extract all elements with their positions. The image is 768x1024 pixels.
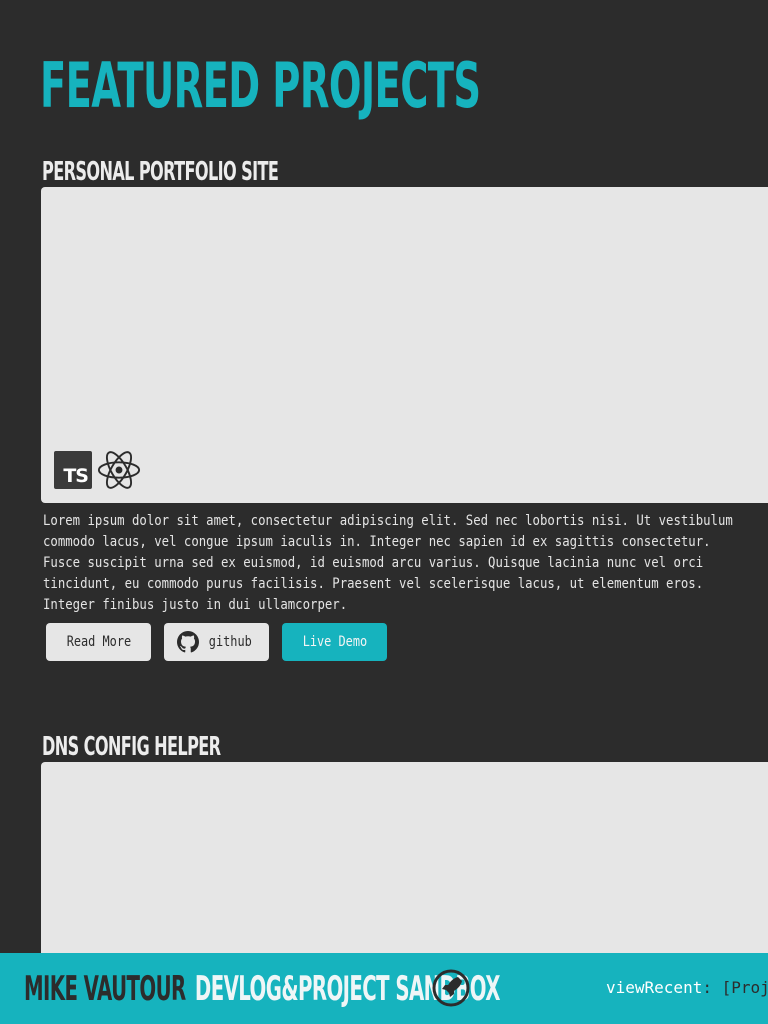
project-description: Lorem ipsum dolor sit amet, consectetur … xyxy=(43,513,733,613)
footer-bar: MIKE VAUTOUR DEVLOG&PROJECT SANDBOX viewR… xyxy=(0,953,768,1024)
read-more-button[interactable]: Read More xyxy=(46,623,151,661)
site-brand[interactable]: MIKE VAUTOUR DEVLOG&PROJECT SANDBOX xyxy=(24,969,500,1009)
github-button[interactable]: github xyxy=(164,623,269,661)
react-icon xyxy=(97,451,141,489)
code-value: : [Proj xyxy=(702,978,768,997)
live-demo-label: Live Demo xyxy=(302,634,367,650)
tech-stack: TS xyxy=(54,450,142,490)
project-title: PERSONAL PORTFOLIO SITE xyxy=(42,157,279,187)
code-key: viewRecent xyxy=(606,978,703,997)
typescript-icon: TS xyxy=(54,451,92,489)
recent-posts-code[interactable]: viewRecent: [Proj xyxy=(606,977,768,999)
page-title: FEATURED PROJECTS xyxy=(40,49,481,122)
author-name: MIKE VAUTOUR xyxy=(24,969,186,1009)
read-more-label: Read More xyxy=(66,634,131,650)
live-demo-button[interactable]: Live Demo xyxy=(282,623,387,661)
github-icon xyxy=(177,631,200,653)
rocket-logo-icon[interactable] xyxy=(431,968,471,1008)
project-title: DNS CONFIG HELPER xyxy=(42,732,221,762)
github-label: github xyxy=(208,634,252,650)
project-preview[interactable]: TS xyxy=(41,187,768,503)
